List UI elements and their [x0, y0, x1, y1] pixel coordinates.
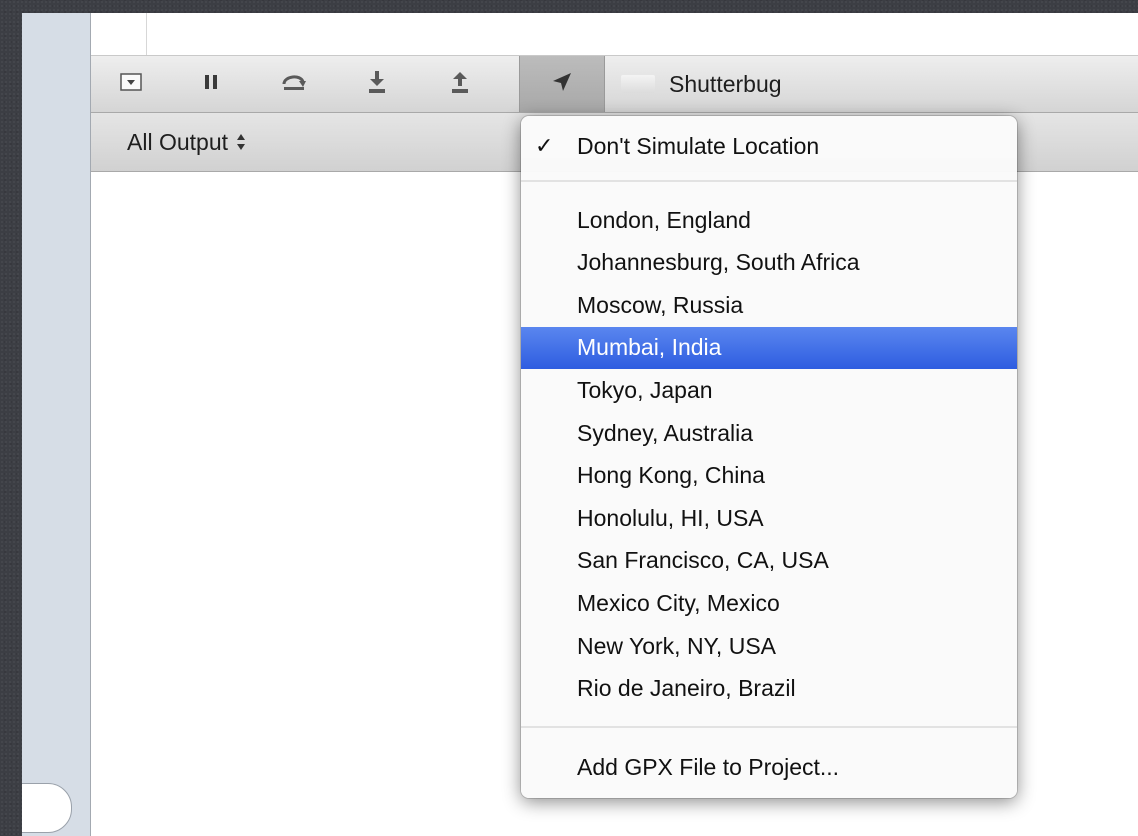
output-filter-popup[interactable]: All Output: [127, 113, 246, 171]
menu-item-label: San Francisco, CA, USA: [577, 547, 829, 574]
menu-item-location[interactable]: Mexico City, Mexico: [521, 582, 1017, 624]
menu-separator: [521, 726, 1017, 728]
menu-item-location[interactable]: Mumbai, India: [521, 326, 1017, 369]
menu-item-location[interactable]: Tokyo, Japan: [521, 369, 1017, 411]
menu-item-location[interactable]: Hong Kong, China: [521, 455, 1017, 497]
menu-item-location[interactable]: Sydney, Australia: [521, 412, 1017, 454]
source-editor[interactable]: [91, 13, 1138, 56]
menu-item-location[interactable]: Rio de Janeiro, Brazil: [521, 668, 1017, 710]
menu-item-label: London, England: [577, 206, 751, 233]
menu-item-location[interactable]: New York, NY, USA: [521, 625, 1017, 667]
hide-console-button[interactable]: [109, 62, 153, 106]
menu-item-location[interactable]: San Francisco, CA, USA: [521, 540, 1017, 582]
step-over-icon: [281, 72, 307, 97]
pause-button[interactable]: [189, 62, 233, 106]
hide-console-icon: [120, 72, 142, 96]
app-icon: [621, 75, 655, 93]
step-into-icon: [368, 70, 386, 99]
menu-separator: [521, 180, 1017, 182]
filter-field[interactable]: [22, 783, 72, 833]
process-name: Shutterbug: [669, 70, 782, 97]
menu-item-location[interactable]: Honolulu, HI, USA: [521, 497, 1017, 539]
navigator-pane: [22, 13, 91, 836]
debug-toolbar: Shutterbug: [91, 56, 1138, 113]
pause-icon: [204, 74, 218, 95]
process-selector[interactable]: Shutterbug: [621, 56, 782, 112]
menu-item-label: Don't Simulate Location: [577, 132, 820, 159]
menu-item-location[interactable]: Johannesburg, South Africa: [521, 242, 1017, 284]
menu-item-label: Johannesburg, South Africa: [577, 249, 860, 276]
menu-item-label: New York, NY, USA: [577, 632, 777, 659]
checkmark-icon: ✓: [535, 133, 554, 158]
menu-item-label: Sydney, Australia: [577, 419, 754, 446]
menu-item-label: Rio de Janeiro, Brazil: [577, 675, 796, 702]
step-into-button[interactable]: [355, 62, 399, 106]
menu-item-label: Mexico City, Mexico: [577, 589, 780, 616]
menu-item-location[interactable]: Moscow, Russia: [521, 284, 1017, 326]
menu-item-label: Hong Kong, China: [577, 462, 765, 489]
location-arrow-icon: [551, 71, 573, 98]
step-out-button[interactable]: [438, 62, 482, 106]
simulate-location-button[interactable]: [519, 56, 605, 112]
simulate-location-menu: ✓ Don't Simulate Location London, Englan…: [521, 116, 1017, 798]
menu-item-label: Mumbai, India: [577, 334, 722, 361]
menu-item-label: Tokyo, Japan: [577, 376, 713, 403]
step-out-icon: [451, 70, 469, 99]
step-over-button[interactable]: [272, 62, 316, 106]
up-down-arrows-icon: [236, 132, 246, 152]
menu-item-location[interactable]: London, England: [521, 199, 1017, 241]
output-filter-label: All Output: [127, 128, 228, 155]
menu-item-add-gpx[interactable]: Add GPX File to Project...: [521, 746, 1017, 788]
menu-item-label: Honolulu, HI, USA: [577, 504, 764, 531]
menu-item-dont-simulate[interactable]: ✓ Don't Simulate Location: [521, 125, 1017, 167]
menu-item-label: Moscow, Russia: [577, 291, 744, 318]
menu-item-label: Add GPX File to Project...: [577, 753, 840, 780]
gutter-divider: [146, 13, 147, 55]
